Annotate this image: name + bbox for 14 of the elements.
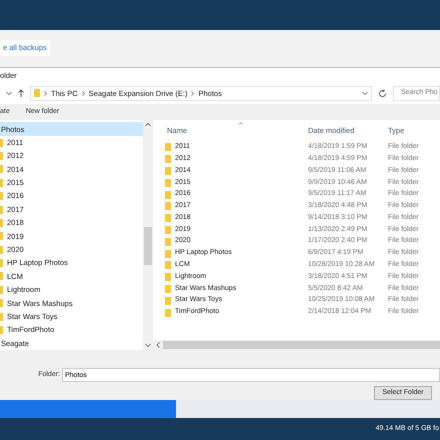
- chevron-down-icon[interactable]: [362, 90, 368, 96]
- scroll-left-icon[interactable]: [156, 342, 160, 348]
- scroll-down-icon[interactable]: [145, 343, 151, 348]
- chevron-down-icon[interactable]: [6, 90, 12, 96]
- breadcrumb-chevron-icon: [44, 90, 47, 96]
- scroll-up-icon[interactable]: [145, 122, 151, 128]
- horizontal-scrollbar[interactable]: [153, 340, 440, 350]
- breadcrumb-chevron-icon: [82, 90, 85, 96]
- folder-icon: [34, 89, 40, 98]
- scrollbar-thumb[interactable]: [144, 227, 152, 266]
- up-arrow-icon[interactable]: [18, 89, 24, 98]
- refresh-icon[interactable]: [378, 88, 387, 98]
- scrollbar-thumb[interactable]: [163, 341, 440, 350]
- breadcrumb-chevron-icon: [191, 90, 194, 96]
